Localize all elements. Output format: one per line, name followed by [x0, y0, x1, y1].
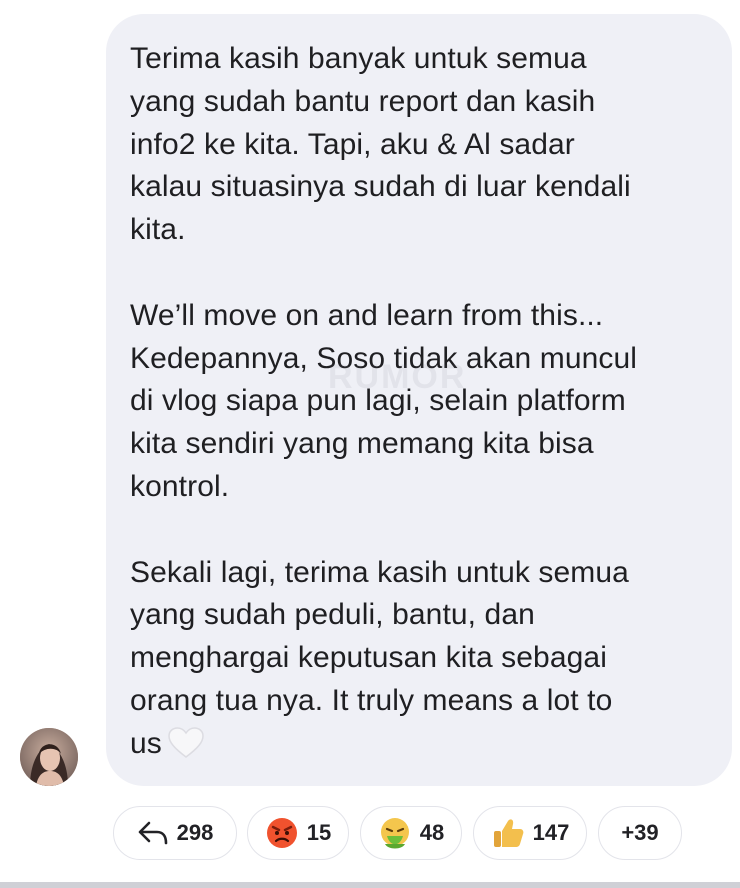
- angry-reaction-button[interactable]: 15: [247, 806, 349, 860]
- message-line: Terima kasih banyak untuk semua: [130, 42, 587, 75]
- message-line: yang sudah peduli, bantu, dan: [130, 598, 535, 632]
- reply-reaction-button[interactable]: 298: [113, 806, 237, 860]
- more-reactions-button[interactable]: +39: [598, 806, 682, 860]
- angry-face-icon: [265, 816, 299, 850]
- bottom-divider: [0, 882, 740, 888]
- nauseated-reaction-button[interactable]: 48: [360, 806, 462, 860]
- thumbs-up-icon: [491, 816, 525, 850]
- message-line-last: us: [130, 723, 702, 772]
- message-line: We’ll move on and learn from this...: [130, 298, 604, 332]
- message-paragraph-2: We’ll move on and learn from this... Ked…: [130, 295, 702, 509]
- like-count: 147: [532, 820, 570, 845]
- message-line: kita.: [130, 213, 186, 247]
- message-line: kita sendiri yang memang kita bisa: [130, 427, 594, 461]
- message-line: di vlog siapa pun lagi, selain platform: [130, 384, 626, 418]
- white-heart-icon: [168, 726, 204, 772]
- message-paragraph-3: Sekali lagi, terima kasih untuk semua ya…: [130, 552, 702, 772]
- like-reaction-button[interactable]: 147: [473, 806, 587, 860]
- angry-count: 15: [306, 820, 332, 845]
- message-line: kalau situasinya sudah di luar kendali: [130, 170, 631, 204]
- nauseated-face-icon: [378, 816, 412, 850]
- message-line: yang sudah bantu report dan kasih: [130, 84, 596, 118]
- more-reactions-count: +39: [621, 820, 659, 845]
- message-line: info2 ke kita. Tapi, aku & Al sadar: [130, 127, 575, 161]
- message-line: Kedepannya, Soso tidak akan muncul: [130, 341, 638, 375]
- reply-arrow-icon: [137, 820, 169, 846]
- message-line: Sekali lagi, terima kasih untuk semua: [130, 555, 629, 589]
- message-line: kontrol.: [130, 469, 230, 503]
- reply-count: 298: [176, 820, 214, 845]
- message-bubble[interactable]: Terima kasih banyak untuk semua yang sud…: [106, 14, 732, 786]
- nauseated-count: 48: [419, 820, 445, 845]
- message-screen: Terima kasih banyak untuk semua yang sud…: [0, 0, 740, 888]
- message-line: orang tua nya. It truly means a lot to: [130, 683, 613, 717]
- message-line-text: us: [130, 726, 162, 760]
- message-line: menghargai keputusan kita sebagai: [130, 641, 607, 675]
- sender-avatar[interactable]: [20, 728, 78, 786]
- message-paragraph-1: Terima kasih banyak untuk semua yang sud…: [130, 38, 702, 252]
